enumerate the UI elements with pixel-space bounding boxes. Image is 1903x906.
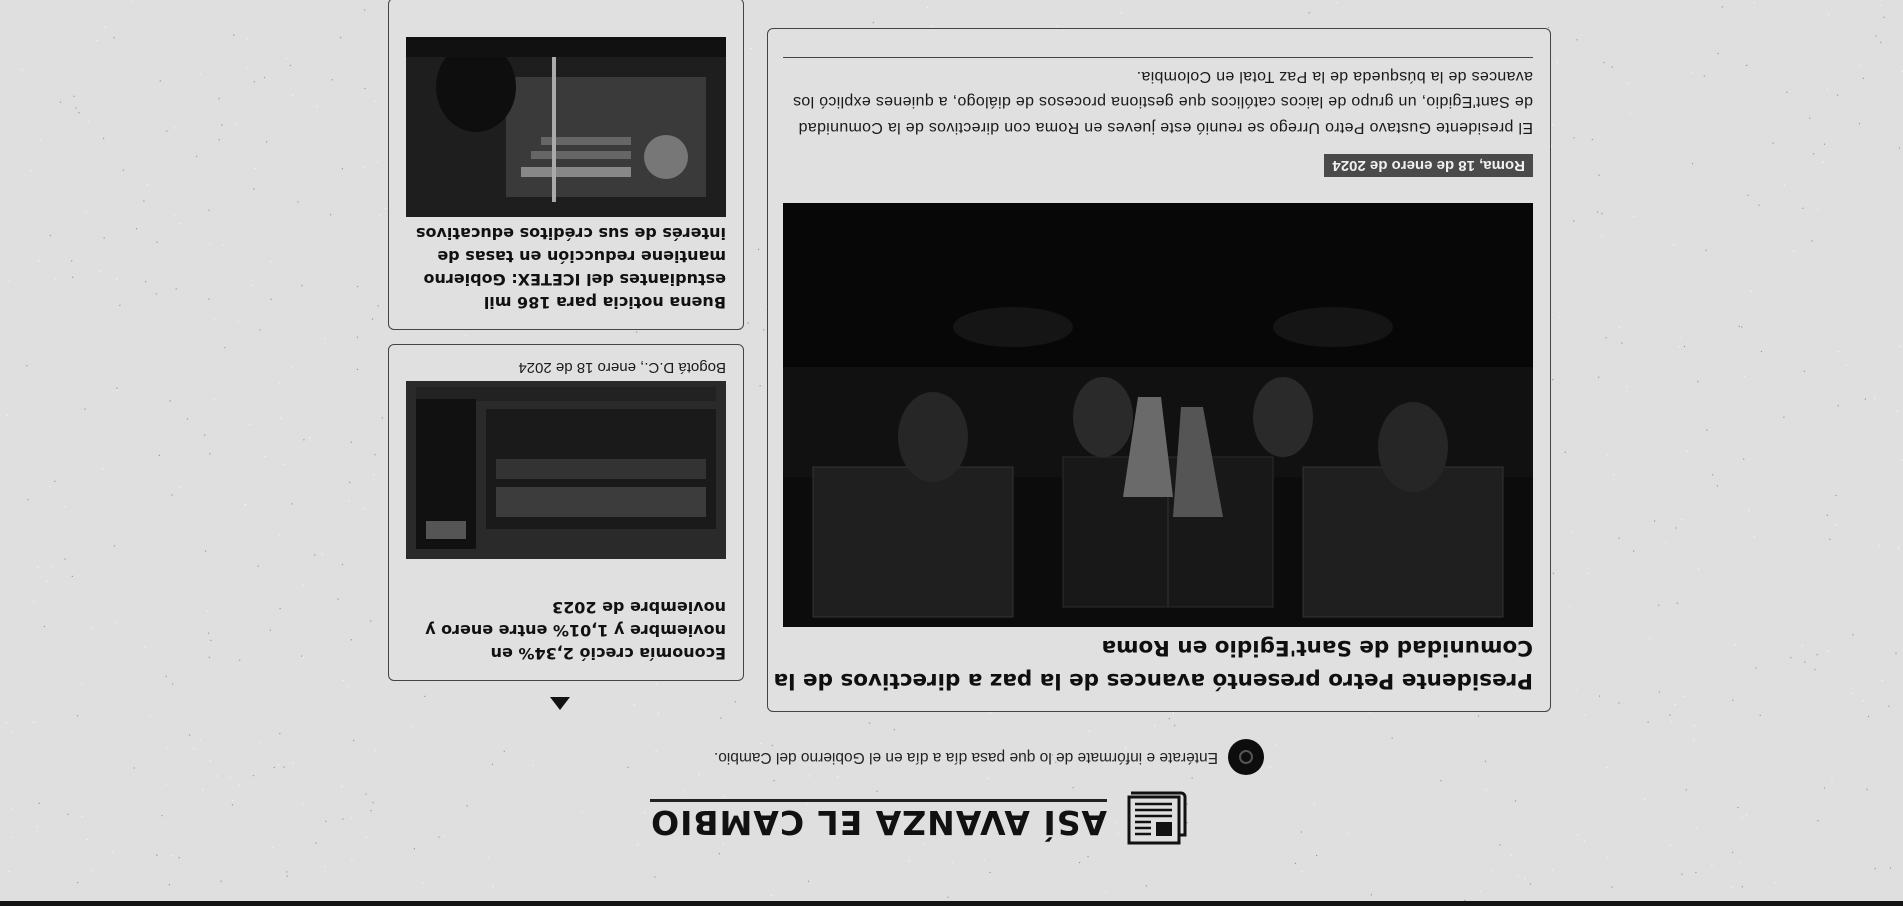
- section-subtitle-row: Entérate e infórmate de lo que pasa día …: [714, 739, 1264, 775]
- section-subtitle: Entérate e infórmate de lo que pasa día …: [713, 749, 1218, 766]
- triangle-up-icon[interactable]: [550, 697, 570, 710]
- side-article-title[interactable]: Economía creció 2,34% en noviembre y 1,0…: [406, 596, 726, 665]
- section-title: ASÍ AVANZA EL CAMBIO: [650, 799, 1107, 842]
- section-header: ASÍ AVANZA EL CAMBIO: [650, 789, 1189, 849]
- bullet-icon: [1228, 739, 1264, 775]
- side-article-card[interactable]: Buena noticia para 186 mil estudiantes d…: [388, 0, 744, 330]
- main-article-body: El presidente Gustavo Petro Urrego se re…: [792, 68, 1533, 136]
- main-article-title[interactable]: Presidente Petro presentó avances de la …: [773, 631, 1533, 697]
- page-rotated-view: ASÍ AVANZA EL CAMBIO Entérate e infórmat…: [0, 0, 1903, 906]
- main-article-date-badge: Roma, 18 de enero de 2024: [1324, 154, 1533, 177]
- main-article-photo[interactable]: [783, 203, 1533, 627]
- divider: [783, 57, 1533, 58]
- side-article-date: Bogotá D.C., enero 18 de 2024: [518, 359, 726, 376]
- side-article-card[interactable]: Economía creció 2,34% en noviembre y 1,0…: [388, 344, 744, 681]
- main-article-card[interactable]: Presidente Petro presentó avances de la …: [767, 28, 1551, 712]
- newspaper-icon: [1127, 791, 1187, 845]
- top-bar: [0, 901, 1903, 906]
- side-article-photo[interactable]: [406, 37, 726, 217]
- side-article-photo[interactable]: [406, 381, 726, 559]
- side-article-title[interactable]: Buena noticia para 186 mil estudiantes d…: [406, 222, 726, 314]
